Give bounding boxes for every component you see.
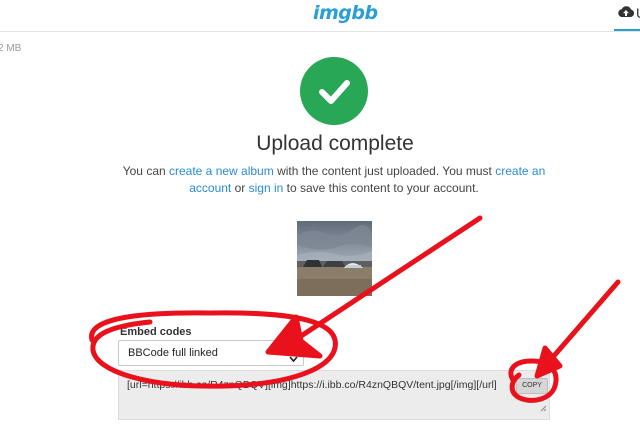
embed-format-select[interactable]: BBCode full linked	[118, 340, 304, 366]
logo[interactable]: imgbb	[313, 2, 378, 24]
success-badge	[300, 57, 368, 125]
file-size-text: 2 MB	[0, 43, 22, 54]
cloud-upload-icon	[617, 4, 635, 25]
resize-grip-icon[interactable]	[540, 399, 547, 417]
chevron-down-icon	[289, 350, 298, 368]
embed-format-selected: BBCode full linked	[128, 347, 218, 359]
upload-label: U	[636, 5, 640, 21]
sign-in-link[interactable]: sign in	[249, 181, 284, 195]
upload-description: You can create a new album with the cont…	[122, 164, 546, 195]
create-album-link[interactable]: create a new album	[169, 164, 274, 178]
copy-button[interactable]: COPY	[516, 378, 548, 394]
embed-code-text: [url=https://ibb.co/R4znQBQV][img]https:…	[127, 379, 497, 391]
check-icon	[319, 80, 350, 104]
upload-nav-link[interactable]: U	[614, 0, 640, 31]
top-bar: imgbb U	[0, 0, 640, 32]
embed-codes-label: Embed codes	[120, 326, 192, 338]
annotation-arrow-right	[543, 279, 621, 368]
page-title: Upload complete	[256, 132, 414, 155]
embed-code-textarea[interactable]: [url=https://ibb.co/R4znQBQV][img]https:…	[118, 370, 550, 420]
uploaded-image-thumbnail[interactable]	[297, 221, 372, 296]
